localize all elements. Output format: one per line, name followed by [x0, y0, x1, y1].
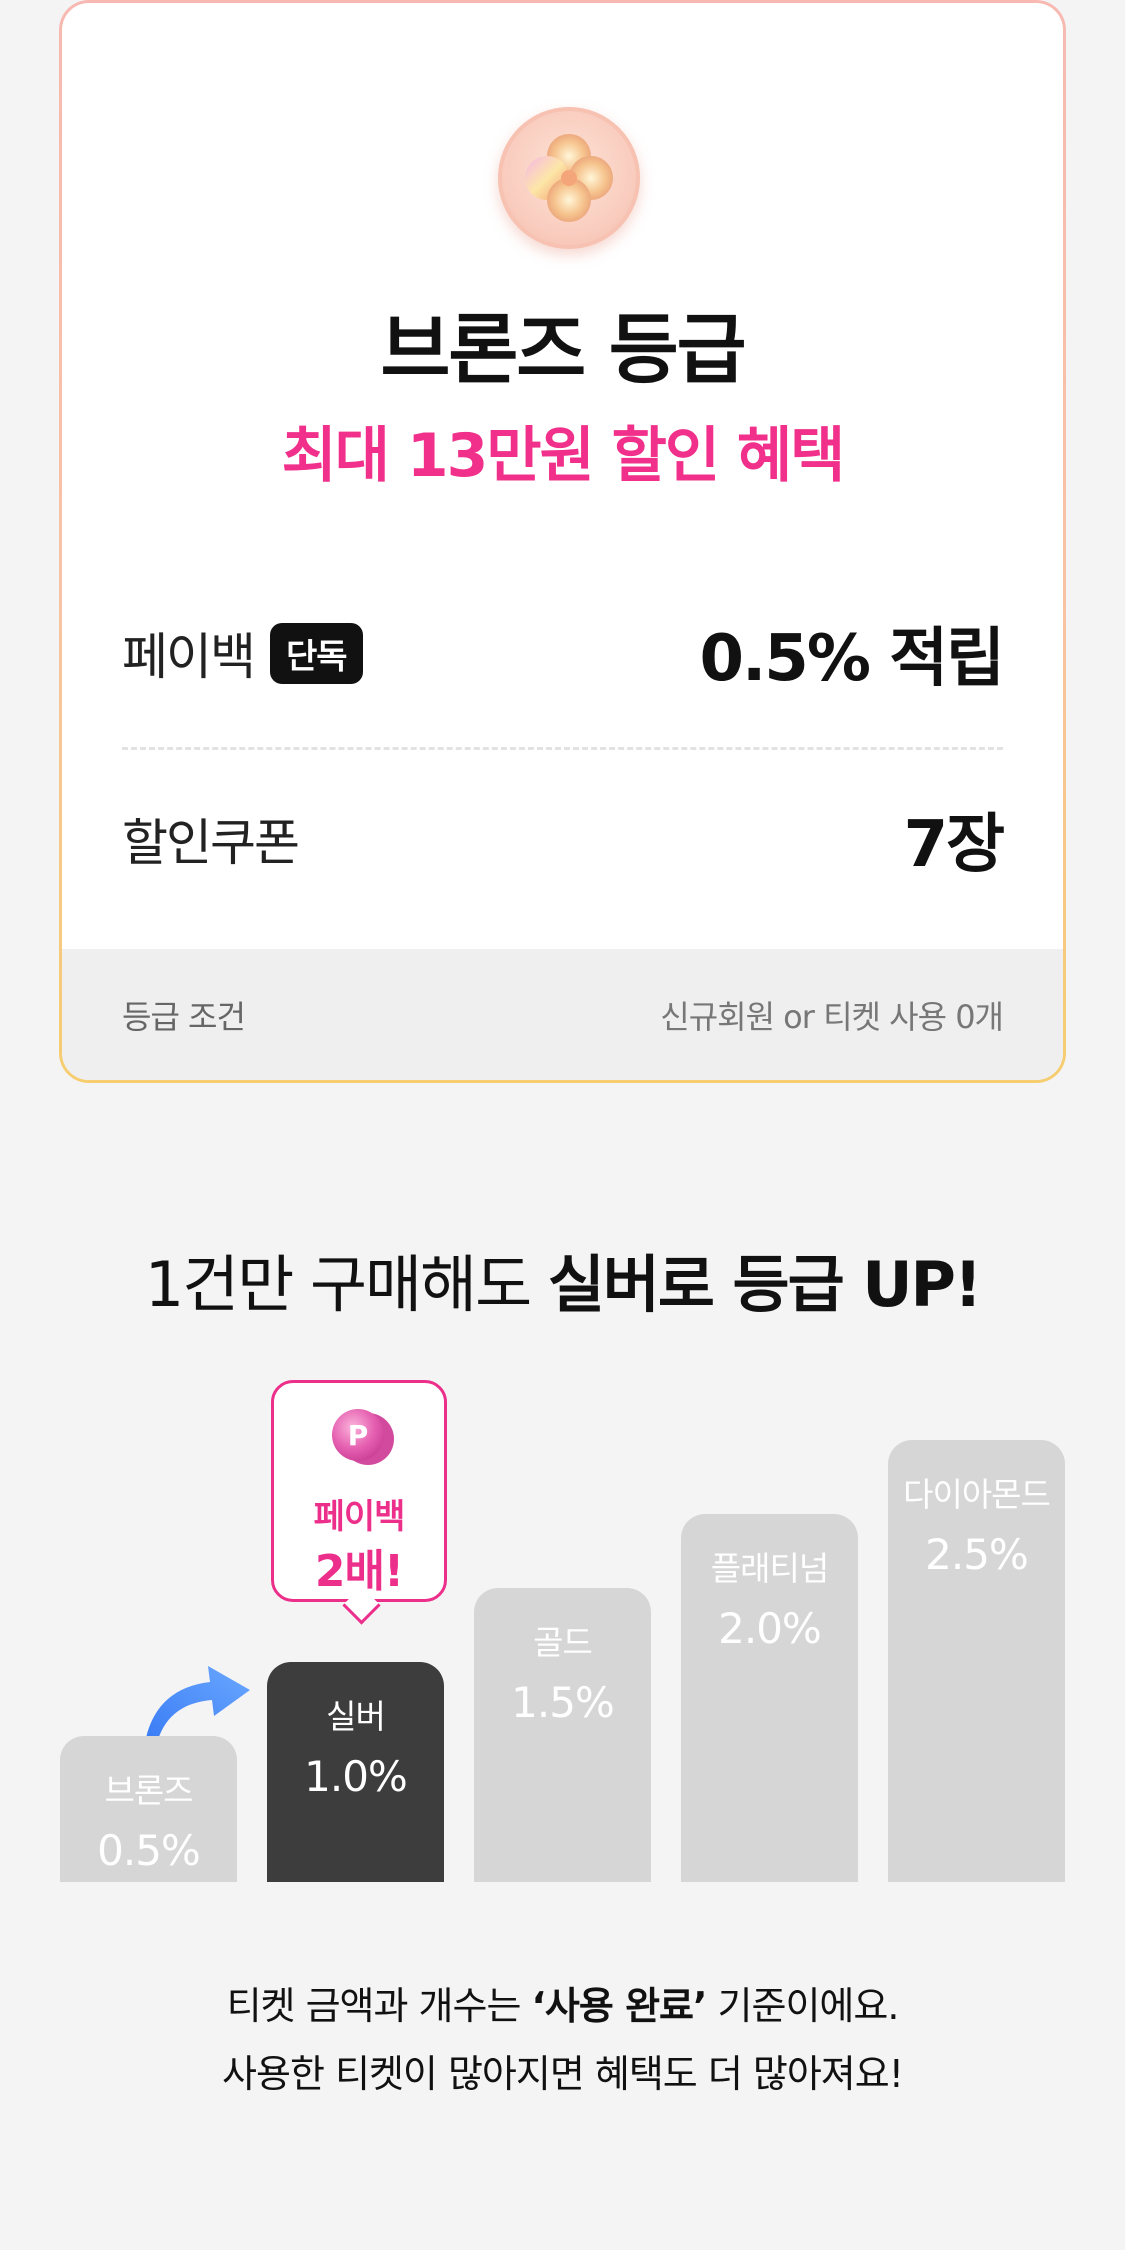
condition-label: 등급 조건 — [122, 997, 246, 1036]
callout-line2: 2배! — [314, 1546, 404, 1597]
bar-value-label: 2.5% — [925, 1530, 1029, 1579]
chart-bar: 골드 1.5% — [474, 1588, 651, 1882]
grade-payback-chart: P 페이백 2배! 브론즈 0.5% 실버 1.0% 골드 1.5% 플래티넘 2.0% 다이아… — [0, 1380, 1125, 1882]
grade-card-body: 브론즈 등급 최대 13만원 할인 혜택 페이백 단독 0.5% 적립 할인쿠폰… — [62, 3, 1063, 1080]
grade-card: 브론즈 등급 최대 13만원 할인 혜택 페이백 단독 0.5% 적립 할인쿠폰… — [59, 0, 1066, 1083]
bar-grade-label: 골드 — [533, 1623, 593, 1662]
bar-value-label: 1.0% — [304, 1752, 408, 1801]
dashed-divider — [122, 747, 1003, 750]
bar-value-label: 1.5% — [511, 1678, 615, 1727]
chart-bar: 플래티넘 2.0% — [681, 1514, 858, 1882]
headline-bold: 실버로 등급 UP! — [547, 1248, 982, 1321]
chart-bar: 다이아몬드 2.5% — [888, 1440, 1065, 1882]
footnote-post: 기준이에요. — [706, 1984, 900, 2028]
footnote-line1: 티켓 금액과 개수는 ‘사용 완료’ 기준이에요. — [0, 1975, 1125, 2030]
footnote-pre: 티켓 금액과 개수는 — [226, 1984, 532, 2028]
benefit-row-payback: 페이백 단독 0.5% 적립 — [122, 603, 1005, 703]
clover-grade-icon — [498, 107, 640, 249]
bar-grade-label: 플래티넘 — [710, 1549, 829, 1588]
p-coin-icon: P — [332, 1409, 394, 1465]
grade-condition-bar: 등급 조건 신규회원 or 티켓 사용 0개 — [62, 949, 1063, 1080]
upgrade-headline: 1건만 구매해도 실버로 등급 UP! — [0, 1234, 1125, 1324]
payback-double-callout: P 페이백 2배! — [271, 1380, 447, 1602]
condition-value: 신규회원 or 티켓 사용 0개 — [660, 997, 1004, 1036]
bar-grade-label: 브론즈 — [104, 1771, 193, 1810]
svg-text:P: P — [348, 1419, 369, 1452]
grade-benefit-subtitle: 최대 13만원 할인 혜택 — [281, 421, 846, 491]
bar-value-label: 0.5% — [97, 1826, 201, 1875]
callout-line1: 페이백 — [313, 1497, 406, 1537]
bar-value-label: 2.0% — [718, 1604, 822, 1653]
coupon-value: 7장 — [903, 808, 1005, 882]
benefit-label: 페이백 단독 — [122, 617, 363, 689]
exclusive-tag: 단독 — [270, 622, 363, 684]
footnote-bold: ‘사용 완료’ — [531, 1984, 708, 2028]
payback-label: 페이백 — [122, 628, 256, 686]
bar-grade-label: 실버 — [326, 1697, 386, 1736]
footnote-line2: 사용한 티켓이 많아지면 혜택도 더 많아져요! — [222, 2052, 904, 2096]
coupon-label: 할인쿠폰 — [122, 814, 300, 872]
headline-normal: 1건만 구매해도 — [144, 1248, 548, 1321]
chart-bar: 실버 1.0% — [267, 1662, 444, 1882]
benefit-row-coupon: 할인쿠폰 7장 — [122, 789, 1005, 889]
bar-grade-label: 다이아몬드 — [903, 1475, 1051, 1514]
chart-bar: 브론즈 0.5% — [60, 1736, 237, 1882]
grade-title: 브론즈 등급 — [380, 305, 746, 394]
curved-arrow-icon — [146, 1666, 250, 1740]
payback-value: 0.5% 적립 — [699, 622, 1005, 696]
